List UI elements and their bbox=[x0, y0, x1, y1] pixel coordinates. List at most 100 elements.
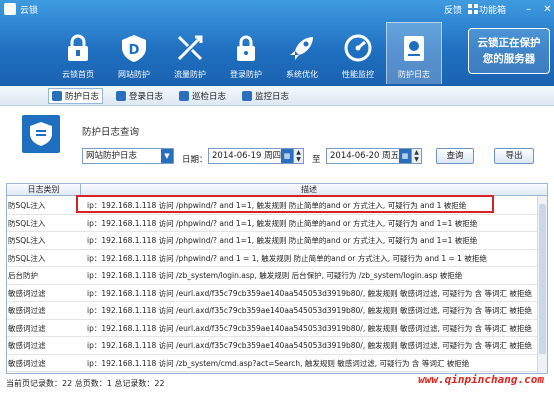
title-bar: 云锁 反馈 功能箱 – ✕ bbox=[0, 0, 554, 18]
nav-label: 系统优化 bbox=[286, 70, 318, 79]
table-row[interactable]: 敏感词过滤 ip：192.168.1.118 访问 /eurl.axd/f35c7… bbox=[7, 302, 537, 320]
gauge-icon bbox=[343, 33, 373, 63]
top-banner: 云锁 反馈 功能箱 – ✕ 云锁首页 D 网站防护 流量防护 登录防护 系统优化… bbox=[0, 0, 554, 86]
tab-label: 巡检日志 bbox=[192, 91, 227, 102]
cell-desc: ip：192.168.1.118 访问 /zb_system/cmd.asp?a… bbox=[87, 358, 470, 368]
table-row[interactable]: 敏感词过滤 ip：192.168.1.118 访问 /zb_system/cmd.… bbox=[7, 355, 537, 372]
minimize-button[interactable]: – bbox=[522, 3, 535, 16]
promo-banner: 云锁正在保护 您的服务器 bbox=[468, 28, 550, 74]
tab-label: 防护日志 bbox=[65, 91, 100, 102]
tab-login-log[interactable]: 登录日志 bbox=[113, 88, 166, 104]
scrollbar-thumb[interactable] bbox=[539, 204, 546, 354]
cell-type: 防SQL注入 bbox=[8, 253, 46, 263]
table-row[interactable]: 敏感词过滤 ip：192.168.1.118 访问 /eurl.axd/f35c7… bbox=[7, 337, 537, 355]
table-header: 日志类别 描述 bbox=[7, 184, 547, 196]
cell-type: 敏感词过滤 bbox=[8, 323, 46, 333]
nav-item-web-protection[interactable]: D 网站防护 bbox=[106, 22, 162, 84]
cell-type: 敏感词过滤 bbox=[7, 372, 81, 373]
calendar-icon[interactable]: ▦ bbox=[281, 149, 293, 163]
nav-label: 网站防护 bbox=[118, 70, 150, 79]
log-icon bbox=[179, 90, 190, 101]
cell-type: 防SQL注入 bbox=[8, 201, 46, 210]
nav-label: 流量防护 bbox=[174, 70, 206, 79]
close-button[interactable]: ✕ bbox=[541, 3, 554, 16]
table-row[interactable]: 后台防护 ip：192.168.1.118 访问 /zb_system/login… bbox=[7, 267, 537, 285]
cell-desc: ip：192.168.1.118 访问 /eurl.axd/f35c79cb35… bbox=[87, 323, 532, 333]
chevron-down-icon: ▼ bbox=[161, 149, 173, 163]
log-type-select[interactable]: 网站防护日志 ▼ bbox=[82, 148, 174, 164]
nav-label: 性能监控 bbox=[342, 70, 374, 79]
column-header-desc[interactable]: 描述 bbox=[81, 184, 537, 196]
app-logo-icon bbox=[4, 3, 16, 15]
spinner-icon[interactable]: ▲ ▼ bbox=[293, 149, 303, 163]
traffic-icon bbox=[175, 33, 205, 63]
grid-icon bbox=[467, 4, 478, 14]
log-icon bbox=[116, 90, 127, 101]
tab-monitor-log[interactable]: 监控日志 bbox=[239, 88, 292, 104]
log-table: 日志类别 描述 防SQL注入 ip：192.168.1.118 访问 /phpwi… bbox=[6, 183, 548, 374]
nav-label: 登录防护 bbox=[230, 70, 262, 79]
cell-desc: ip：192.168.1.118 访问 /phpwind/? and 1=1, … bbox=[87, 201, 467, 210]
padlock-icon bbox=[231, 33, 261, 63]
nav-item-optimize[interactable]: 系统优化 bbox=[274, 22, 330, 84]
spinner-icon[interactable]: ▲ ▼ bbox=[411, 149, 421, 163]
cell-type: 敏感词过滤 bbox=[8, 306, 46, 315]
nav-label: 防护日志 bbox=[398, 70, 430, 79]
watermark: www.qinpinchang.com bbox=[418, 373, 544, 386]
lock-icon bbox=[63, 33, 93, 63]
tab-protection-log[interactable]: 防护日志 bbox=[48, 87, 104, 104]
cell-desc: ip：192.168.1.118 访问 /phpwind/? and 1=1, … bbox=[87, 218, 478, 228]
nav-item-home[interactable]: 云锁首页 bbox=[50, 22, 106, 84]
table-row[interactable]: 敏感词过滤 ip：192.168.1.118 访问 /eurl.axd/f35c7… bbox=[7, 285, 537, 302]
nav-item-protection-log[interactable]: 防护日志 bbox=[386, 22, 442, 84]
column-header-type[interactable]: 日志类别 bbox=[7, 184, 81, 196]
table-row[interactable]: 防SQL注入 ip：192.168.1.118 访问 /phpwind/? and… bbox=[7, 232, 537, 250]
end-date-picker[interactable]: 2014-06-20 周五 ▦ ▲ ▼ bbox=[326, 148, 422, 164]
start-date-value: 2014-06-19 周四 bbox=[212, 151, 282, 161]
page-title: 防护日志查询 bbox=[82, 127, 140, 138]
calendar-icon[interactable]: ▦ bbox=[399, 149, 411, 163]
cell-type: 敏感词过滤 bbox=[8, 358, 46, 368]
tab-label: 登录日志 bbox=[129, 91, 164, 102]
nav-item-login-protection[interactable]: 登录防护 bbox=[218, 22, 274, 84]
nav-item-monitor[interactable]: 性能监控 bbox=[330, 22, 386, 84]
export-button[interactable]: 导出 bbox=[494, 148, 534, 164]
tab-label: 监控日志 bbox=[255, 91, 290, 102]
app-title: 云锁 bbox=[20, 6, 39, 16]
cell-type: 防SQL注入 bbox=[8, 218, 46, 228]
to-label: 至 bbox=[312, 155, 321, 165]
log-icon bbox=[399, 33, 429, 63]
feedback-link[interactable]: 反馈 bbox=[444, 3, 462, 16]
log-subtabs: 防护日志 登录日志 巡检日志 监控日志 bbox=[0, 86, 554, 106]
log-icon bbox=[52, 90, 62, 101]
table-row[interactable]: 敏感词过滤 ip：192.168.1.118 访问 /eurl.axd/f35c7… bbox=[7, 320, 537, 337]
date-label: 日期： bbox=[182, 155, 208, 165]
tab-inspection-log[interactable]: 巡检日志 bbox=[176, 88, 229, 104]
query-button[interactable]: 查询 bbox=[436, 148, 474, 164]
log-type-value: 网站防护日志 bbox=[86, 151, 138, 161]
table-row[interactable]: 防SQL注入 ip：192.168.1.118 访问 /phpwind/? and… bbox=[7, 215, 537, 232]
rocket-icon bbox=[287, 33, 317, 63]
cell-type: 后台防护 bbox=[8, 271, 38, 280]
nav-item-traffic[interactable]: 流量防护 bbox=[162, 22, 218, 84]
cell-desc: ip：192.168.1.118 访问 /eurl.axd/f35c79cb35… bbox=[87, 288, 532, 298]
cell-type: 敏感词过滤 bbox=[8, 288, 46, 298]
cell-type: 敏感词过滤 bbox=[8, 341, 46, 350]
promo-line-2: 您的服务器 bbox=[482, 53, 536, 65]
main-nav: 云锁首页 D 网站防护 流量防护 登录防护 系统优化 性能监控 防护日志 bbox=[50, 22, 442, 84]
cell-desc: ip：192.168.1.118 访问 /eurl.axd/f35c79cb35… bbox=[87, 341, 532, 350]
table-row[interactable]: 防SQL注入 ip：192.168.1.118 访问 /phpwind/? and… bbox=[7, 250, 537, 267]
vertical-scrollbar[interactable] bbox=[537, 196, 547, 373]
table-row[interactable]: 防SQL注入 ip：192.168.1.118 访问 /phpwind/? and… bbox=[7, 197, 537, 215]
cell-desc: ip：192.168.1.118 访问 /phpwind/? and 1 = 1… bbox=[87, 253, 487, 263]
end-date-value: 2014-06-20 周五 bbox=[330, 151, 400, 161]
nav-label: 云锁首页 bbox=[62, 70, 94, 79]
function-box-button[interactable]: 功能箱 bbox=[467, 3, 506, 16]
start-date-picker[interactable]: 2014-06-19 周四 ▦ ▲ ▼ bbox=[208, 148, 304, 164]
status-bar: 当前页记录数：22 总页数：1 总记录数：22 bbox=[6, 379, 165, 388]
svg-text:D: D bbox=[129, 43, 140, 58]
log-icon bbox=[242, 90, 253, 101]
filter-bar: 网站防护日志 ▼ 日期： 2014-06-19 周四 ▦ ▲ ▼ 至 2014-0… bbox=[0, 148, 554, 172]
cell-desc: ip：192.168.1.118 访问 /phpwind/? and 1=1, … bbox=[87, 236, 478, 245]
function-box-label: 功能箱 bbox=[478, 5, 506, 16]
